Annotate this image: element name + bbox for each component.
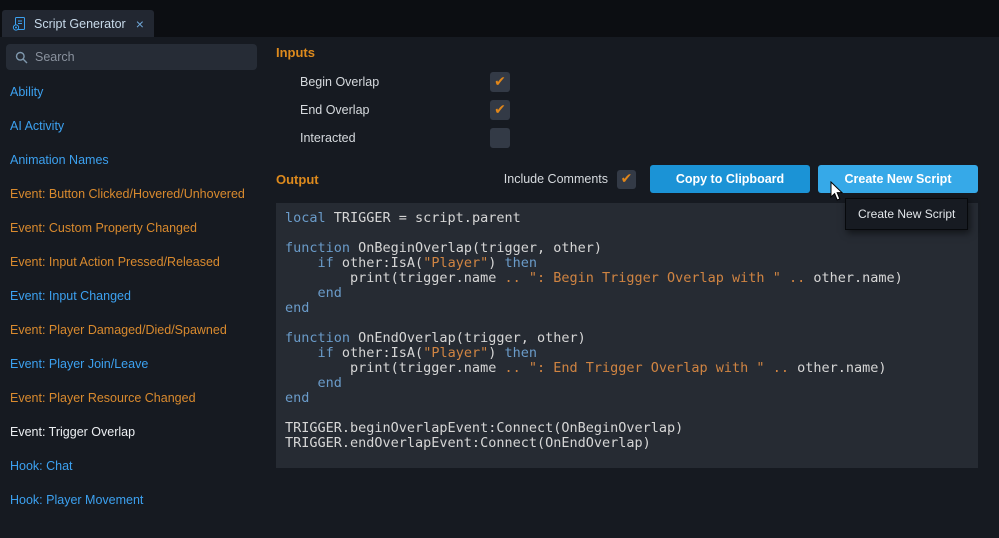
sidebar-item[interactable]: Event: Button Clicked/Hovered/Unhovered <box>0 177 263 211</box>
sidebar-item[interactable]: Event: Player Resource Changed <box>0 381 263 415</box>
tab-label: Script Generator <box>34 17 126 31</box>
sidebar-item[interactable]: Hook: Player Movement <box>0 483 263 517</box>
code-line: if other:IsA("Player") then <box>285 256 978 271</box>
tab-script-generator[interactable]: Script Generator × <box>2 10 154 37</box>
code-line: end <box>285 391 978 406</box>
main-panel: Inputs Begin Overlap ✔ End Overlap ✔ Interac… <box>276 37 978 538</box>
create-script-tooltip: Create New Script <box>845 198 968 230</box>
include-comments-checkbox[interactable]: ✔ <box>617 170 636 189</box>
code-output[interactable]: local TRIGGER = script.parent function O… <box>276 203 978 468</box>
script-gear-icon <box>12 16 27 31</box>
code-line: TRIGGER.beginOverlapEvent:Connect(OnBegi… <box>285 421 978 436</box>
input-row: End Overlap ✔ <box>276 96 510 124</box>
copy-to-clipboard-button[interactable]: Copy to Clipboard <box>650 165 810 193</box>
input-label: Interacted <box>276 131 490 145</box>
code-line: end <box>285 301 978 316</box>
checkbox[interactable]: ✔ <box>490 72 510 92</box>
sidebar-item[interactable]: Hook: Chat <box>0 449 263 483</box>
code-line <box>285 406 978 421</box>
sidebar-item[interactable]: Event: Player Damaged/Died/Spawned <box>0 313 263 347</box>
checkbox[interactable]: ✔ <box>490 100 510 120</box>
sidebar: AbilityAI ActivityAnimation NamesEvent: … <box>0 37 263 538</box>
sidebar-item[interactable]: Event: Player Join/Leave <box>0 347 263 381</box>
titlebar: Script Generator × <box>0 0 999 37</box>
checkbox[interactable] <box>490 128 510 148</box>
sidebar-item[interactable]: AI Activity <box>0 109 263 143</box>
inputs-section: Begin Overlap ✔ End Overlap ✔ Interacted <box>276 68 510 152</box>
sidebar-item[interactable]: Ability <box>0 75 263 109</box>
code-line: TRIGGER.endOverlapEvent:Connect(OnEndOve… <box>285 436 978 451</box>
output-header: Output <box>276 172 319 187</box>
sidebar-item[interactable]: Event: Custom Property Changed <box>0 211 263 245</box>
code-line: end <box>285 376 978 391</box>
code-line: function OnEndOverlap(trigger, other) <box>285 331 978 346</box>
input-row: Begin Overlap ✔ <box>276 68 510 96</box>
code-line: print(trigger.name .. ": End Trigger Ove… <box>285 361 978 376</box>
input-label: End Overlap <box>276 103 490 117</box>
search-box[interactable] <box>6 44 257 70</box>
inputs-header: Inputs <box>276 45 315 60</box>
create-new-script-button[interactable]: Create New Script <box>818 165 978 193</box>
check-icon: ✔ <box>494 103 506 117</box>
script-generator-window: Script Generator × AbilityAI ActivityAni… <box>0 0 999 538</box>
code-line: function OnBeginOverlap(trigger, other) <box>285 241 978 256</box>
output-toolbar: Output Include Comments ✔ Copy to Clipbo… <box>276 165 978 193</box>
script-type-list: AbilityAI ActivityAnimation NamesEvent: … <box>0 75 263 517</box>
check-icon: ✔ <box>494 75 506 89</box>
code-line: print(trigger.name .. ": Begin Trigger O… <box>285 271 978 286</box>
search-input[interactable] <box>35 50 248 64</box>
input-label: Begin Overlap <box>276 75 490 89</box>
code-line <box>285 316 978 331</box>
sidebar-item[interactable]: Animation Names <box>0 143 263 177</box>
sidebar-item[interactable]: Event: Input Action Pressed/Released <box>0 245 263 279</box>
code-line: if other:IsA("Player") then <box>285 346 978 361</box>
include-comments-label: Include Comments <box>504 172 608 186</box>
input-row: Interacted <box>276 124 510 152</box>
close-icon[interactable]: × <box>136 17 144 31</box>
search-icon <box>15 51 28 64</box>
sidebar-item[interactable]: Event: Trigger Overlap <box>0 415 263 449</box>
check-icon: ✔ <box>621 172 633 186</box>
code-line: end <box>285 286 978 301</box>
sidebar-item[interactable]: Event: Input Changed <box>0 279 263 313</box>
